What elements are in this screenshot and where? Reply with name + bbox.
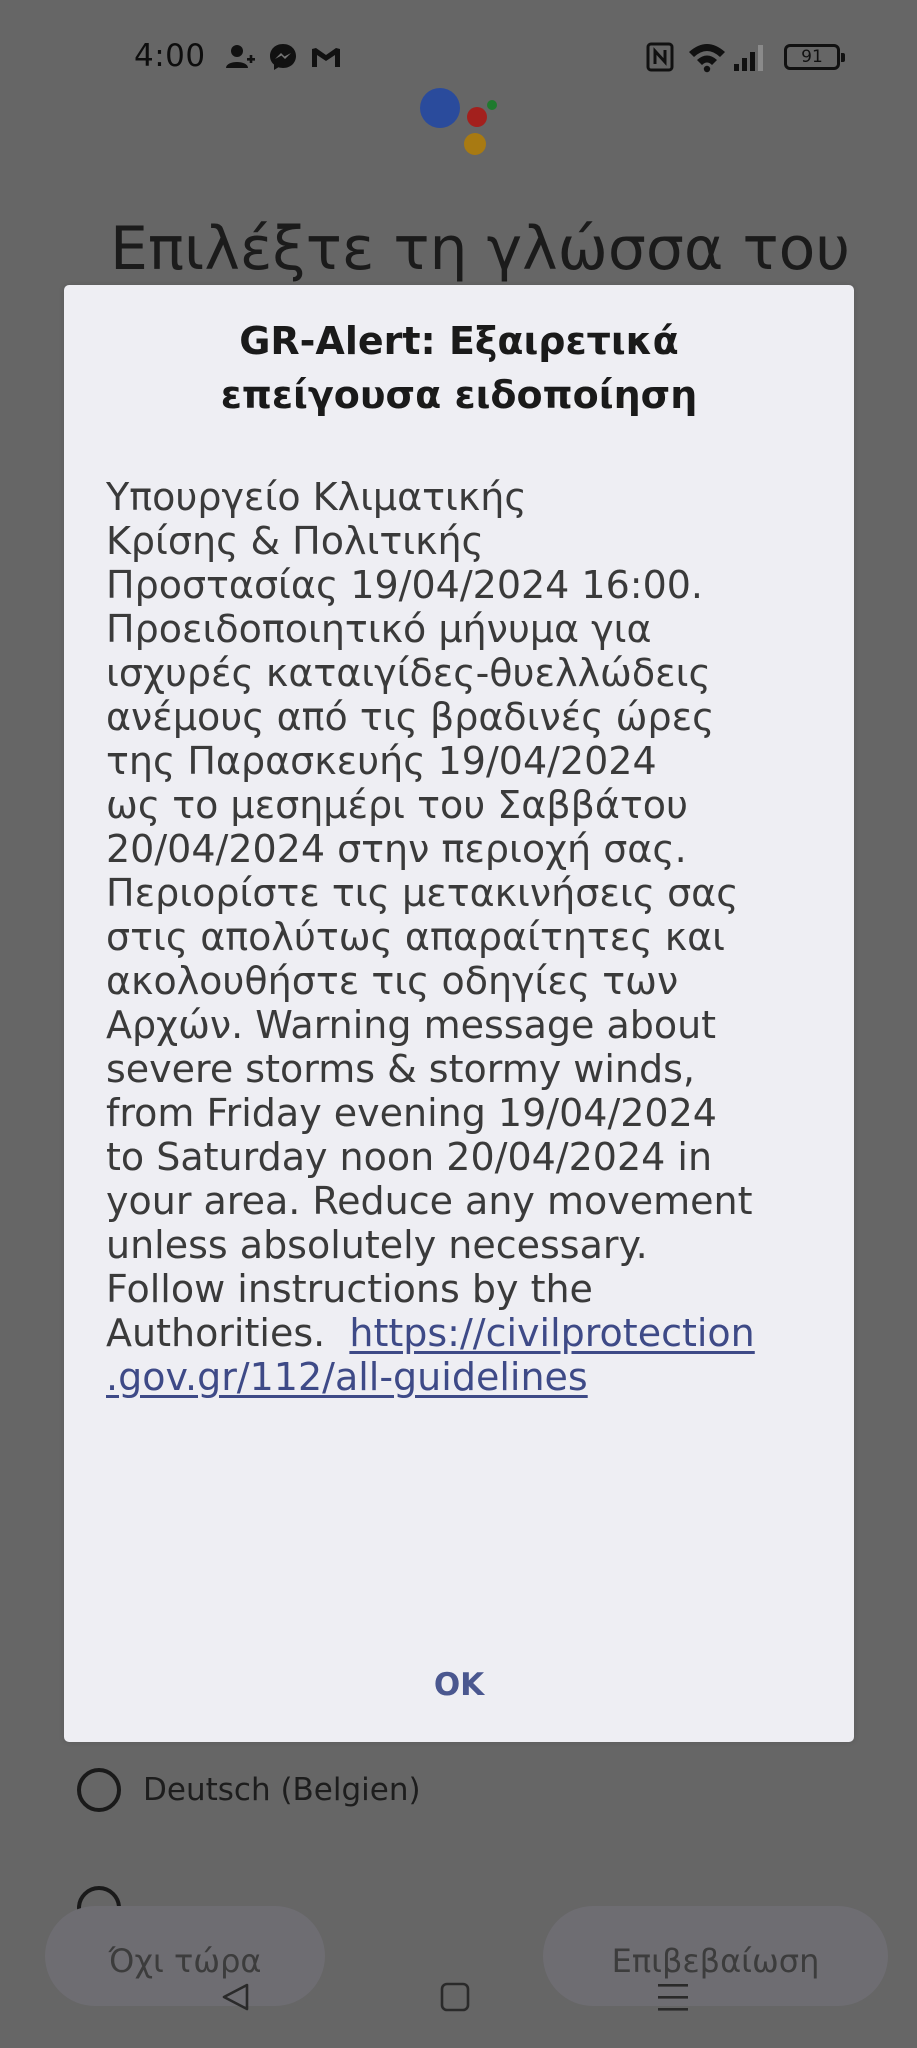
gmail-icon — [312, 48, 340, 67]
google-assistant-logo — [420, 88, 497, 155]
messenger-icon — [270, 44, 296, 70]
dialog-title-line: επείγουσα ειδοποίηση — [220, 373, 698, 417]
message-line-link: .gov.gr/112/all-guidelines — [106, 1355, 826, 1399]
guidelines-link[interactable]: https://civilprotection — [349, 1311, 754, 1355]
screen: 4:00 91 Επιλέξτε τη γλώσσα του Deutsch (… — [0, 0, 917, 2048]
message-line: to Saturday noon 20/04/2024 in — [106, 1135, 713, 1179]
message-line: της Παρασκευής 19/04/2024 — [106, 739, 657, 783]
message-line: Περιορίστε τις μετακινήσεις σας — [106, 871, 739, 915]
message-line: Κρίσης & Πολιτικής — [106, 519, 484, 563]
battery-icon: 91 — [784, 44, 845, 70]
wifi-icon — [689, 44, 725, 73]
language-option-deutsch-belgien[interactable]: Deutsch (Belgien) — [77, 1762, 421, 1818]
dialog-title: GR-Alert: Εξαιρετικά επείγουσα ειδοποίησ… — [64, 314, 854, 422]
message-line: ανέμους από τις βραδινές ώρες — [106, 695, 715, 739]
nfc-icon — [646, 42, 674, 72]
ok-button[interactable]: OK — [394, 1645, 524, 1725]
message-line: Υπουργείο Κλιματικής — [106, 475, 527, 519]
message-line: Προστασίας 19/04/2024 16:00. — [106, 563, 704, 607]
message-line: unless absolutely necessary. — [106, 1223, 648, 1267]
emergency-alert-dialog: GR-Alert: Εξαιρετικά επείγουσα ειδοποίησ… — [64, 285, 854, 1742]
navigation-bar — [0, 1940, 917, 2048]
message-line: from Friday evening 19/04/2024 — [106, 1091, 717, 1135]
message-line: 20/04/2024 στην περιοχή σας. — [106, 827, 687, 871]
message-line: στις απολύτως απαραίτητες και — [106, 915, 726, 959]
message-line: ως το μεσημέρι του Σαββάτου — [106, 783, 688, 827]
back-icon[interactable] — [219, 1980, 253, 2014]
background-title: Επιλέξτε τη γλώσσα του — [110, 214, 851, 284]
message-line: Follow instructions by the — [106, 1267, 593, 1311]
message-text: Authorities. — [106, 1311, 350, 1355]
message-line: Προειδοποιητικό μήνυμα για — [106, 607, 652, 651]
home-icon[interactable] — [438, 1980, 472, 2014]
signal-icon — [734, 45, 763, 71]
recents-icon[interactable] — [655, 1980, 691, 2014]
message-line-with-link: Authorities. https://civilprotection — [106, 1311, 826, 1355]
language-label: Deutsch (Belgien) — [143, 1772, 421, 1808]
dialog-message: Υπουργείο Κλιματικής Κρίσης & Πολιτικής … — [106, 475, 826, 1399]
message-line: Αρχών. Warning message about — [106, 1003, 717, 1047]
guidelines-link-continued[interactable]: .gov.gr/112/all-guidelines — [106, 1355, 588, 1399]
message-line: ισχυρές καταιγίδες-θυελλώδεις — [106, 651, 711, 695]
message-line: ακολουθήστε τις οδηγίες των — [106, 959, 679, 1003]
message-line: severe storms & stormy winds, — [106, 1047, 695, 1091]
message-line: your area. Reduce any movement — [106, 1179, 753, 1223]
radio-button[interactable] — [77, 1768, 121, 1812]
dialog-title-line: GR-Alert: Εξαιρετικά — [239, 319, 679, 363]
person-add-icon — [226, 45, 255, 68]
status-time: 4:00 — [134, 38, 206, 74]
